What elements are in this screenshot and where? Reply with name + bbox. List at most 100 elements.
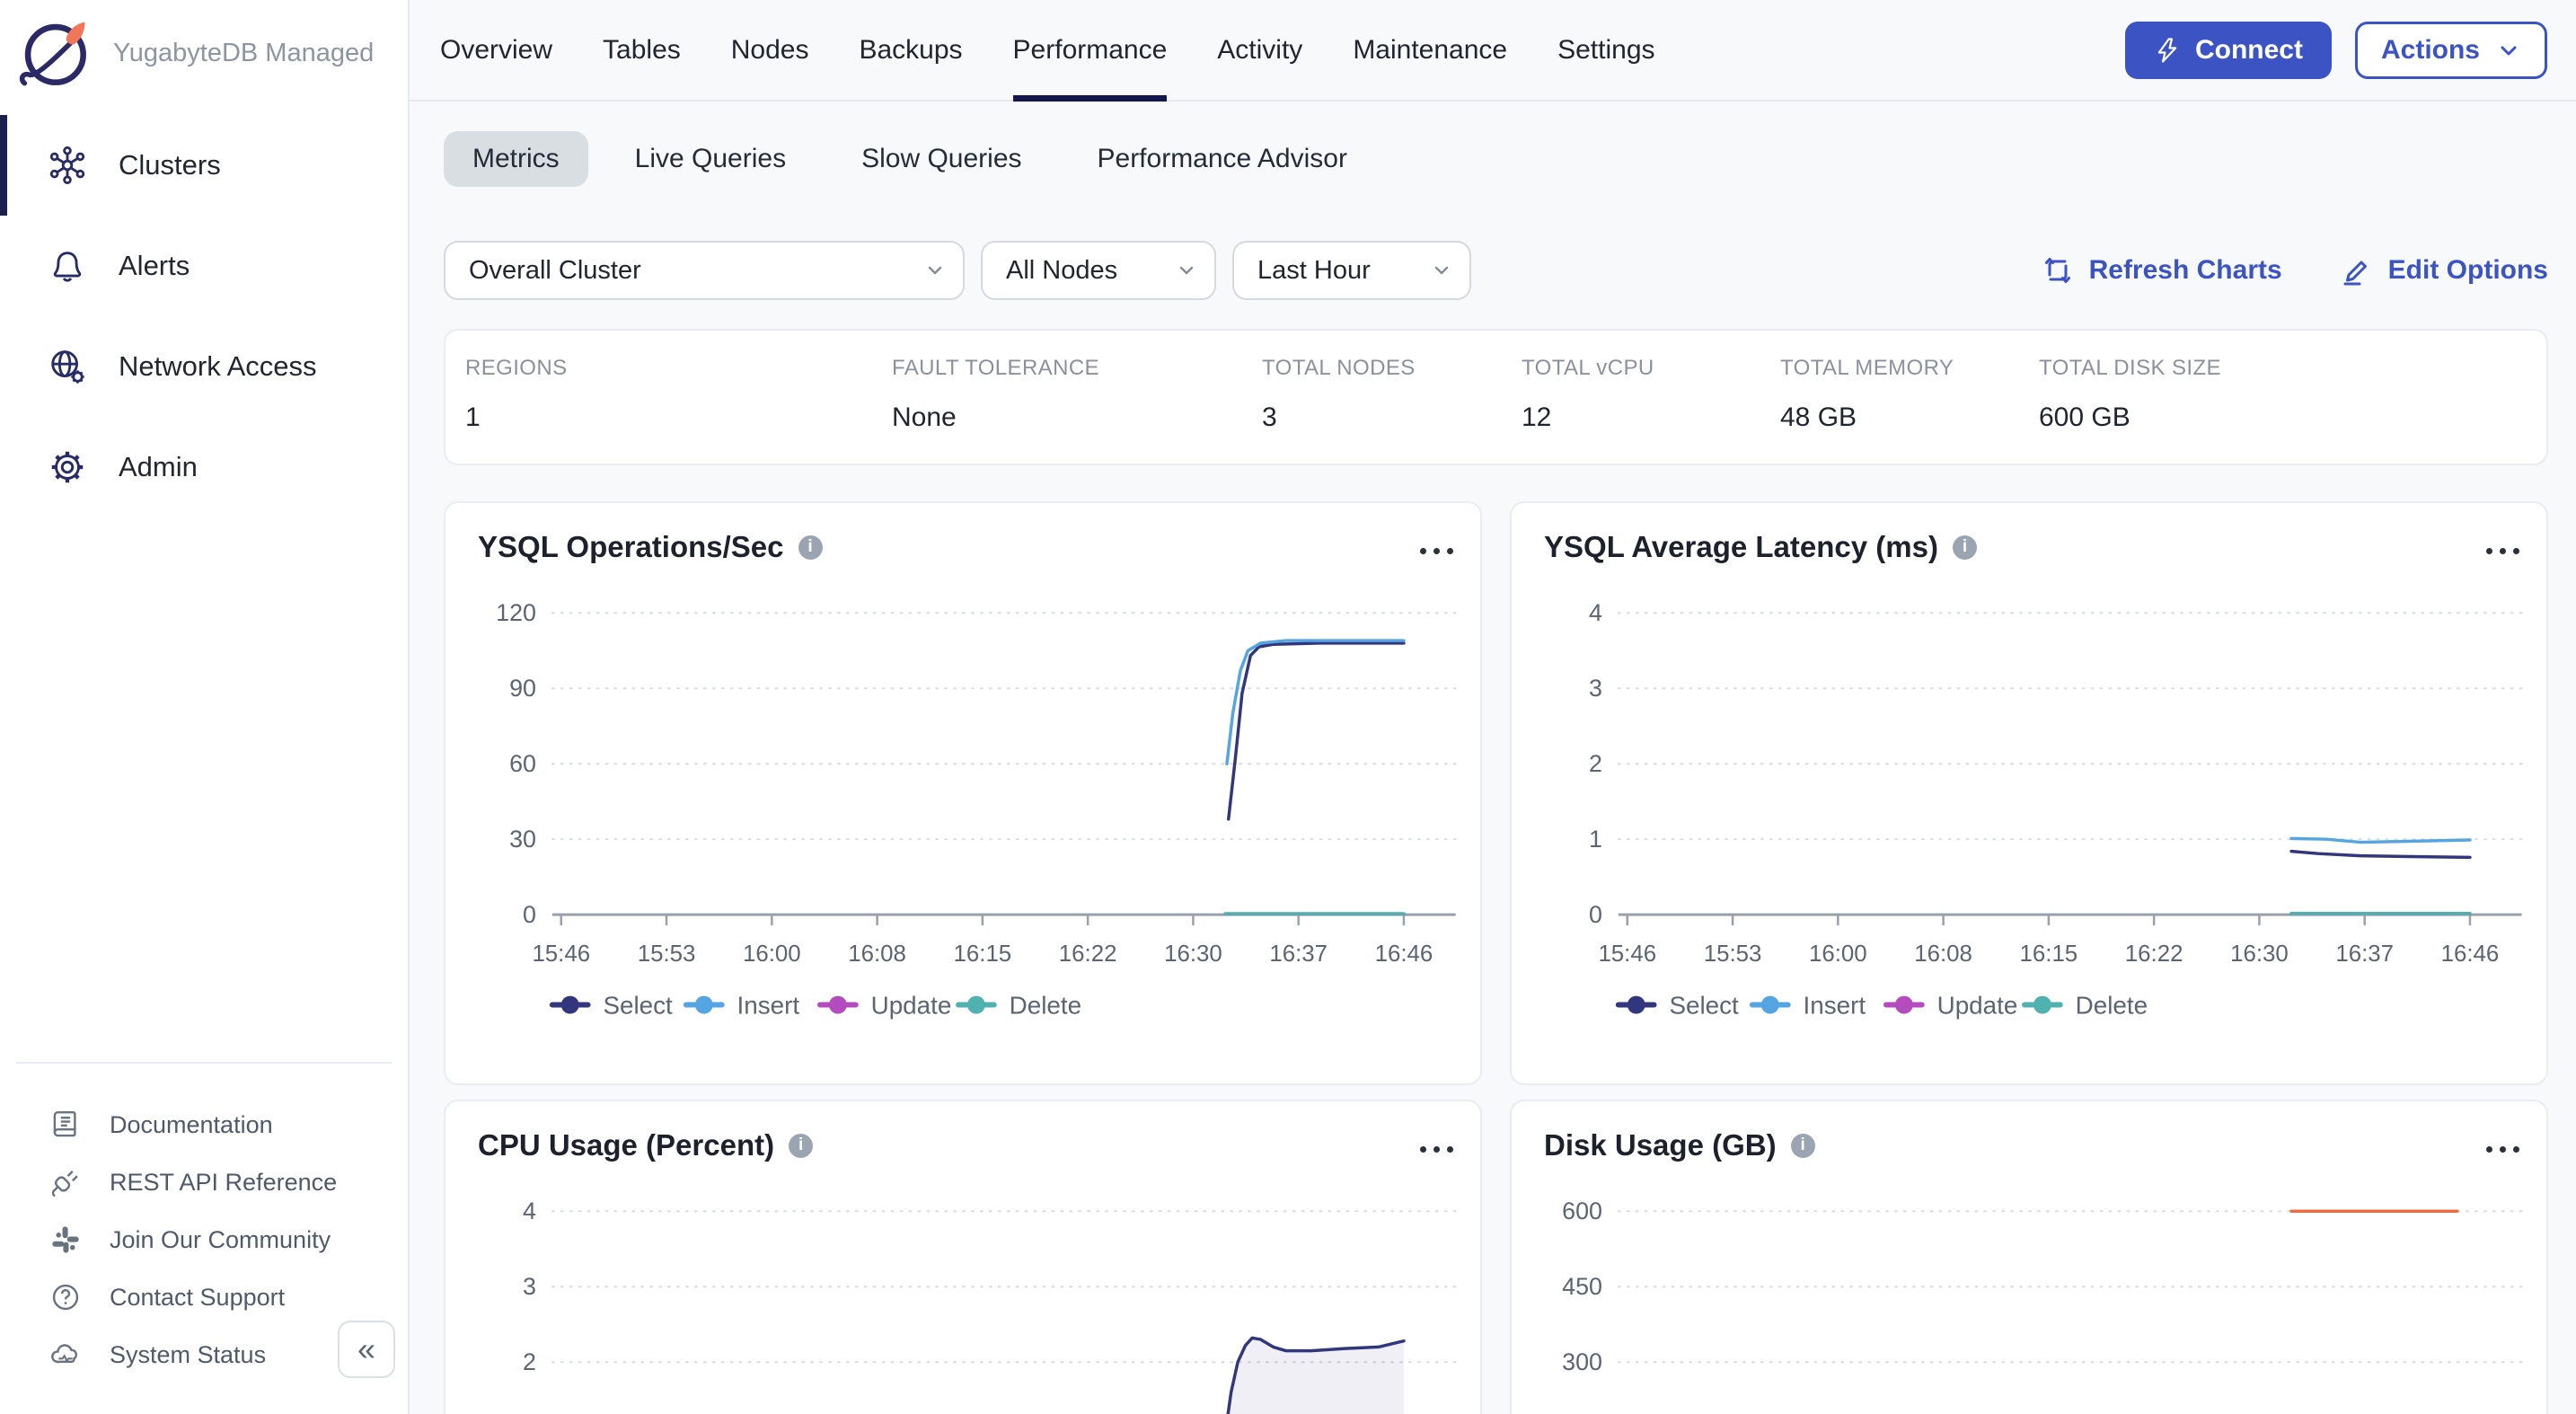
sidebar-menu: Clusters Alerts Network xyxy=(0,115,408,517)
gear-icon xyxy=(47,446,88,488)
svg-text:Insert: Insert xyxy=(737,991,800,1019)
info-icon[interactable] xyxy=(789,1134,813,1158)
svg-text:16:00: 16:00 xyxy=(1809,941,1867,967)
info-icon[interactable] xyxy=(1953,535,1977,560)
more-menu-icon[interactable] xyxy=(2486,541,2519,554)
sidebar-item-label: Admin xyxy=(119,451,198,483)
edit-options-link[interactable]: Edit Options xyxy=(2340,253,2548,287)
stat-fault-tolerance: FAULT TOLERANCE None xyxy=(892,356,1262,464)
chart-title: YSQL Operations/Sec xyxy=(478,530,784,564)
stat-total-memory: TOTAL MEMORY 48 GB xyxy=(1780,356,2039,464)
subtab-live-queries[interactable]: Live Queries xyxy=(606,131,815,187)
nodes-select[interactable]: All Nodes xyxy=(981,241,1216,300)
sidebar-item-alerts[interactable]: Alerts xyxy=(0,216,408,316)
sidebar-item-contact-support[interactable]: Contact Support xyxy=(0,1268,408,1326)
refresh-icon xyxy=(2041,253,2075,287)
tab-overview[interactable]: Overview xyxy=(440,0,552,100)
tab-nodes[interactable]: Nodes xyxy=(731,0,809,100)
more-menu-icon[interactable] xyxy=(2486,1139,2519,1153)
svg-text:15:46: 15:46 xyxy=(532,941,590,967)
svg-text:Update: Update xyxy=(1937,991,2018,1019)
bolt-icon xyxy=(2154,37,2181,64)
chart-card-cpu-usage: CPU Usage (Percent) 01234 xyxy=(444,1100,1482,1414)
svg-text:120: 120 xyxy=(496,599,536,626)
divider xyxy=(16,1062,392,1064)
svg-text:30: 30 xyxy=(509,826,536,853)
tab-settings[interactable]: Settings xyxy=(1557,0,1654,100)
connect-button[interactable]: Connect xyxy=(2125,22,2332,79)
stat-regions: REGIONS 1 xyxy=(465,356,892,464)
svg-text:16:22: 16:22 xyxy=(2125,941,2183,967)
svg-text:3: 3 xyxy=(523,1273,536,1300)
cluster-stats-card: REGIONS 1 FAULT TOLERANCE None TOTAL NOD… xyxy=(444,329,2548,465)
bell-icon xyxy=(47,245,88,287)
svg-text:60: 60 xyxy=(509,750,536,777)
stat-total-vcpu: TOTAL vCPU 12 xyxy=(1522,356,1780,464)
svg-text:4: 4 xyxy=(523,1197,536,1224)
svg-text:1: 1 xyxy=(1589,826,1602,853)
performance-content: Metrics Live Queries Slow Queries Perfor… xyxy=(410,102,2576,1414)
refresh-charts-link[interactable]: Refresh Charts xyxy=(2041,253,2282,287)
tab-tables[interactable]: Tables xyxy=(603,0,681,100)
subtab-slow-queries[interactable]: Slow Queries xyxy=(833,131,1050,187)
sidebar-item-network-access[interactable]: Network Access xyxy=(0,316,408,417)
tab-performance[interactable]: Performance xyxy=(1013,0,1168,100)
performance-subtabs: Metrics Live Queries Slow Queries Perfor… xyxy=(444,131,2548,187)
cluster-select[interactable]: Overall Cluster xyxy=(444,241,965,300)
cluster-tabs: Overview Tables Nodes Backups Performanc… xyxy=(440,0,1655,100)
info-icon[interactable] xyxy=(798,535,823,560)
brand: YugabyteDB Managed xyxy=(0,0,408,93)
tab-backups[interactable]: Backups xyxy=(859,0,962,100)
sidebar-item-label: REST API Reference xyxy=(110,1169,337,1197)
time-range-select[interactable]: Last Hour xyxy=(1232,241,1471,300)
sidebar-footer: Documentation REST API Reference Join Ou… xyxy=(0,1062,408,1414)
clusters-icon xyxy=(47,145,88,186)
sidebar-item-label: Network Access xyxy=(119,350,317,383)
sidebar-item-documentation[interactable]: Documentation xyxy=(0,1096,408,1153)
tab-activity[interactable]: Activity xyxy=(1217,0,1302,100)
more-menu-icon[interactable] xyxy=(1420,541,1453,554)
actions-button[interactable]: Actions xyxy=(2355,22,2547,79)
subtab-metrics[interactable]: Metrics xyxy=(444,131,588,187)
chevron-down-icon xyxy=(1430,259,1453,282)
sidebar-item-label: System Status xyxy=(110,1341,266,1369)
book-icon xyxy=(49,1108,83,1142)
svg-text:16:08: 16:08 xyxy=(1914,941,1972,967)
svg-text:0: 0 xyxy=(523,901,536,928)
svg-text:450: 450 xyxy=(1562,1273,1602,1300)
sidebar: YugabyteDB Managed Clusters Alerts xyxy=(0,0,410,1414)
svg-text:16:46: 16:46 xyxy=(2441,941,2500,967)
charts-grid: YSQL Operations/Sec 030609012015:4615:53… xyxy=(444,501,2548,1414)
svg-text:2: 2 xyxy=(523,1348,536,1375)
sidebar-item-label: Join Our Community xyxy=(110,1226,331,1254)
info-icon[interactable] xyxy=(1791,1134,1815,1158)
sidebar-item-label: Contact Support xyxy=(110,1284,285,1312)
svg-text:Update: Update xyxy=(871,991,952,1019)
svg-text:16:37: 16:37 xyxy=(1269,941,1328,967)
pencil-icon xyxy=(2340,253,2374,287)
svg-text:16:08: 16:08 xyxy=(848,941,906,967)
sidebar-item-rest-api-reference[interactable]: REST API Reference xyxy=(0,1153,408,1211)
svg-text:Delete: Delete xyxy=(2076,991,2148,1019)
slack-icon xyxy=(49,1223,83,1257)
collapse-sidebar-button[interactable]: « xyxy=(338,1321,395,1378)
ysql-operations-chart: 030609012015:4615:5316:0016:0816:1516:22… xyxy=(446,503,1480,1083)
svg-text:90: 90 xyxy=(509,675,536,702)
svg-text:16:30: 16:30 xyxy=(1164,941,1222,967)
brand-title: YugabyteDB Managed xyxy=(113,39,374,68)
sidebar-item-label: Alerts xyxy=(119,250,190,282)
svg-text:16:30: 16:30 xyxy=(2230,941,2289,967)
svg-text:16:15: 16:15 xyxy=(954,941,1012,967)
svg-text:4: 4 xyxy=(1589,599,1602,626)
sidebar-item-join-our-community[interactable]: Join Our Community xyxy=(0,1211,408,1268)
svg-text:0: 0 xyxy=(1589,901,1602,928)
svg-text:Delete: Delete xyxy=(1010,991,1081,1019)
subtab-performance-advisor[interactable]: Performance Advisor xyxy=(1069,131,1376,187)
chart-card-ysql-operations: YSQL Operations/Sec 030609012015:4615:53… xyxy=(444,501,1482,1085)
more-menu-icon[interactable] xyxy=(1420,1139,1453,1153)
sidebar-item-clusters[interactable]: Clusters xyxy=(0,115,408,216)
tab-maintenance[interactable]: Maintenance xyxy=(1353,0,1507,100)
sidebar-item-admin[interactable]: Admin xyxy=(0,417,408,517)
question-circle-icon xyxy=(49,1280,83,1314)
svg-text:2: 2 xyxy=(1589,750,1602,777)
